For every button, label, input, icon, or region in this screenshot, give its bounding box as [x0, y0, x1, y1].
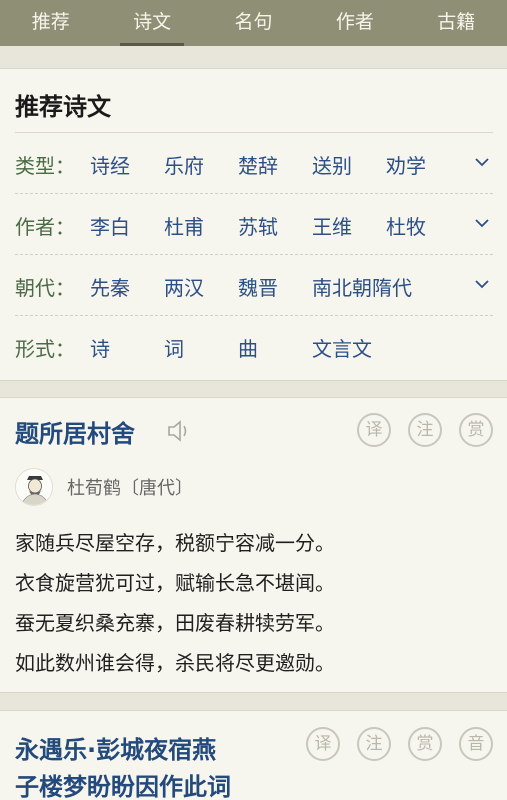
filter-option[interactable]: 词 [164, 333, 184, 362]
translate-button[interactable]: 译 [357, 413, 391, 447]
poem-title[interactable]: 题所居村舍 [15, 414, 135, 449]
filter-label: 类型： [15, 154, 75, 178]
filter-option[interactable]: 乐府 [164, 150, 204, 179]
filter-label: 作者： [15, 215, 75, 239]
tab-poems[interactable]: 诗文 [101, 0, 202, 46]
filter-option[interactable]: 楚辞 [238, 150, 278, 179]
filter-option[interactable]: 王维 [312, 211, 352, 240]
filter-row-type: 类型： 诗经 乐府 楚辞 送别 劝学 [15, 134, 493, 194]
appreciate-button[interactable]: 赏 [408, 727, 442, 761]
filter-option[interactable]: 魏晋 [238, 272, 278, 301]
filter-label: 形式： [15, 337, 75, 361]
annotate-button[interactable]: 注 [357, 727, 391, 761]
filter-option[interactable]: 两汉 [164, 272, 204, 301]
recommend-card: 推荐诗文 类型： 诗经 乐府 楚辞 送别 劝学 作者： 李白 杜甫 苏轼 王维 … [0, 68, 507, 381]
filter-option[interactable]: 杜牧 [386, 211, 426, 240]
filter-row-dynasty: 朝代： 先秦 两汉 魏晋 南北朝隋代 [15, 256, 493, 316]
chevron-down-icon[interactable] [474, 276, 490, 292]
filter-row-form: 形式： 诗 词 曲 文言文 [15, 317, 493, 377]
tab-authors[interactable]: 作者 [304, 0, 405, 46]
speaker-icon[interactable] [166, 419, 192, 443]
poem-title[interactable]: 永遇乐·彭城夜宿燕 [15, 730, 216, 765]
filter-option[interactable]: 苏轼 [238, 211, 278, 240]
filter-option[interactable]: 劝学 [386, 150, 426, 179]
filter-option[interactable]: 曲 [238, 333, 258, 362]
audio-button[interactable]: 音 [459, 727, 493, 761]
tab-ancient-books[interactable]: 古籍 [406, 0, 507, 46]
divider [15, 132, 493, 133]
chevron-down-icon[interactable] [474, 215, 490, 231]
divider [15, 193, 493, 194]
poem-line: 蚕无夏织桑充寨，田废春耕犊劳军。 [15, 611, 335, 635]
filter-row-author: 作者： 李白 杜甫 苏轼 王维 杜牧 [15, 195, 493, 255]
filter-option[interactable]: 先秦 [90, 272, 130, 301]
filter-option[interactable]: 文言文 [312, 333, 372, 362]
filter-option[interactable]: 诗经 [90, 150, 130, 179]
author-name[interactable]: 杜荀鹤〔唐代〕 [67, 474, 193, 500]
filter-option[interactable]: 南北朝隋代 [312, 272, 412, 301]
filter-option[interactable]: 诗 [90, 333, 110, 362]
poem-title[interactable]: 子楼梦盼盼因作此词 [15, 767, 231, 800]
divider [15, 254, 493, 255]
divider [15, 315, 493, 316]
translate-button[interactable]: 译 [306, 727, 340, 761]
poem-line: 家随兵尽屋空存，税额宁容减一分。 [15, 531, 335, 555]
filter-option[interactable]: 李白 [90, 211, 130, 240]
appreciate-button[interactable]: 赏 [459, 413, 493, 447]
top-nav: 推荐 诗文 名句 作者 古籍 [0, 0, 507, 46]
filter-label: 朝代： [15, 276, 75, 300]
poem-line: 衣食旋营犹可过，赋输长急不堪闻。 [15, 571, 335, 595]
tab-famous-lines[interactable]: 名句 [203, 0, 304, 46]
tab-recommend[interactable]: 推荐 [0, 0, 101, 46]
filter-option[interactable]: 杜甫 [164, 211, 204, 240]
annotate-button[interactable]: 注 [408, 413, 442, 447]
recommend-title: 推荐诗文 [15, 93, 111, 121]
author-avatar[interactable] [15, 468, 53, 506]
filter-option[interactable]: 送别 [312, 150, 352, 179]
chevron-down-icon[interactable] [474, 154, 490, 170]
poem-line: 如此数州谁会得，杀民将尽更邀勋。 [15, 651, 335, 675]
